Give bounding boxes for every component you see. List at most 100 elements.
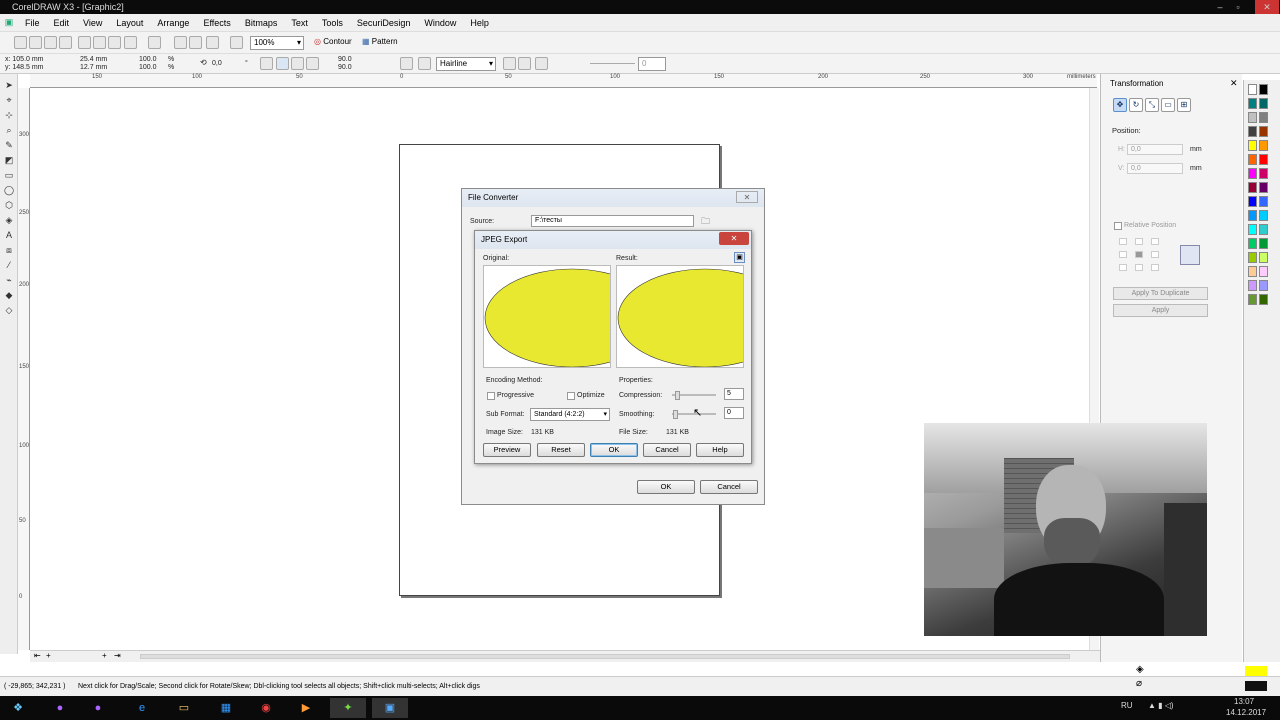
palette-swatch[interactable] — [1248, 126, 1257, 137]
palette-swatch[interactable] — [1248, 182, 1257, 193]
skew-tab-icon[interactable]: ⊞ — [1177, 98, 1191, 112]
horizontal-scrollbar[interactable]: ⇤ + + ⇥ — [30, 650, 1100, 662]
palette-swatch[interactable] — [1248, 140, 1257, 151]
chrome-icon[interactable]: ◉ — [248, 698, 284, 718]
scale-tab-icon[interactable]: ⤡ — [1145, 98, 1159, 112]
apply-to-duplicate-button[interactable]: Apply To Duplicate — [1113, 287, 1208, 300]
clock-time[interactable]: 13:07 — [1234, 697, 1254, 706]
app-launcher-icon[interactable] — [206, 36, 219, 49]
app-icon[interactable]: ● — [80, 698, 116, 718]
anchor-point[interactable] — [1135, 238, 1143, 245]
palette-swatch[interactable] — [1248, 154, 1257, 165]
coreldraw-icon[interactable]: ✦ — [330, 698, 366, 718]
compression-value[interactable]: 5 — [724, 388, 744, 400]
position-tab-icon[interactable]: ✥ — [1113, 98, 1127, 112]
eyedropper-icon[interactable]: ⁄ — [3, 260, 15, 271]
palette-swatch[interactable] — [1259, 84, 1268, 95]
palette-swatch[interactable] — [1248, 112, 1257, 123]
new-icon[interactable] — [14, 36, 27, 49]
add-page-end-icon[interactable]: + — [102, 651, 107, 660]
anchor-point[interactable] — [1151, 251, 1159, 258]
palette-swatch[interactable] — [1259, 126, 1268, 137]
palette-swatch[interactable] — [1259, 210, 1268, 221]
palette-swatch[interactable] — [1259, 168, 1268, 179]
paste-icon[interactable] — [108, 36, 121, 49]
outline-width-combo[interactable]: Hairline ▾ — [436, 57, 496, 71]
rectangle-tool-icon[interactable]: ▭ — [3, 170, 15, 181]
close-button[interactable]: ✕ — [1255, 0, 1279, 14]
basic-shapes-icon[interactable]: ◈ — [3, 215, 15, 226]
save-icon[interactable] — [44, 36, 57, 49]
h-position-field[interactable]: 0,0 — [1127, 144, 1183, 155]
menu-file[interactable]: File — [18, 18, 47, 28]
pick-tool-icon[interactable]: ➤ — [3, 80, 15, 91]
anchor-point[interactable] — [1119, 238, 1127, 245]
explorer-icon[interactable]: ▭ — [166, 698, 202, 718]
close-icon[interactable]: ✕ — [736, 191, 758, 203]
menu-securidesign[interactable]: SecuriDesign — [350, 18, 418, 28]
menu-tools[interactable]: Tools — [315, 18, 350, 28]
converter-ok-button[interactable]: OK — [637, 480, 695, 494]
menu-effects[interactable]: Effects — [196, 18, 237, 28]
start-button-icon[interactable]: ❖ — [0, 698, 36, 718]
smoothing-slider-thumb[interactable] — [673, 410, 678, 419]
object-width[interactable]: 25.4 mm — [80, 56, 107, 64]
relative-position-checkbox[interactable] — [1114, 222, 1122, 230]
redo-icon[interactable] — [148, 36, 161, 49]
contour-button[interactable]: ◎ Contour — [314, 37, 352, 46]
menu-help[interactable]: Help — [463, 18, 496, 28]
outline-indicator-icon[interactable]: ⌀ — [1136, 678, 1142, 689]
pie-icon[interactable] — [291, 57, 304, 70]
scale-y[interactable]: 100.0 — [139, 64, 157, 72]
preview-toggle-icon[interactable]: ▣ — [734, 252, 745, 263]
palette-swatch[interactable] — [1248, 84, 1257, 95]
rotate-tab-icon[interactable]: ↻ — [1129, 98, 1143, 112]
smoothing-value[interactable]: 0 — [724, 407, 744, 419]
anchor-point[interactable] — [1151, 238, 1159, 245]
reset-button[interactable]: Reset — [537, 443, 585, 457]
arc-icon[interactable] — [306, 57, 319, 70]
window-icon[interactable]: ▣ — [372, 698, 408, 718]
source-input[interactable]: F:\тесты — [531, 215, 694, 227]
palette-swatch[interactable] — [1248, 294, 1257, 305]
horizontal-scroll-thumb[interactable] — [140, 654, 1070, 659]
compression-slider[interactable] — [672, 391, 716, 400]
help-button[interactable]: Help — [696, 443, 744, 457]
end-angle[interactable]: 90.0 — [338, 64, 352, 72]
add-page-icon[interactable]: + — [46, 651, 51, 660]
palette-swatch[interactable] — [1248, 224, 1257, 235]
to-curves-icon[interactable] — [418, 57, 431, 70]
app-icon[interactable]: ● — [42, 698, 78, 718]
cancel-button[interactable]: Cancel — [643, 443, 691, 457]
undo-icon[interactable] — [124, 36, 137, 49]
menu-view[interactable]: View — [76, 18, 109, 28]
fill-color-swatch[interactable] — [1245, 666, 1267, 676]
open-icon[interactable] — [29, 36, 42, 49]
store-icon[interactable]: ▦ — [208, 698, 244, 718]
sub-format-select[interactable]: Standard (4:2:2) ▾ — [530, 408, 610, 421]
optimize-checkbox[interactable] — [567, 392, 575, 400]
ok-button[interactable]: OK — [590, 443, 638, 457]
palette-swatch[interactable] — [1259, 280, 1268, 291]
menu-bitmaps[interactable]: Bitmaps — [238, 18, 285, 28]
palette-swatch[interactable] — [1248, 168, 1257, 179]
horizontal-ruler[interactable]: 150 100 50 0 50 100 150 200 250 300 mill… — [30, 74, 1097, 88]
page-nav-last-icon[interactable]: ⇥ — [114, 651, 121, 660]
slider-value[interactable]: 0 — [638, 57, 666, 71]
copy-icon[interactable] — [93, 36, 106, 49]
minimize-button[interactable]: – — [1212, 0, 1228, 14]
text-tool-icon[interactable]: A — [3, 230, 15, 241]
blend-tool-icon[interactable]: ⧈ — [3, 245, 15, 256]
slider-track[interactable] — [590, 63, 635, 64]
vertical-ruler[interactable]: 300 250 200 150 100 50 0 — [18, 88, 30, 650]
converter-cancel-button[interactable]: Cancel — [700, 480, 758, 494]
outline-tool-icon[interactable]: ⌁ — [3, 275, 15, 286]
palette-swatch[interactable] — [1248, 196, 1257, 207]
ellipse-tool-icon[interactable]: ◯ — [3, 185, 15, 196]
palette-swatch[interactable] — [1259, 140, 1268, 151]
folder-icon[interactable]: 🗀 — [701, 214, 716, 227]
close-icon[interactable]: ✕ — [719, 232, 749, 245]
palette-swatch[interactable] — [1248, 210, 1257, 221]
palette-swatch[interactable] — [1259, 238, 1268, 249]
menu-arrange[interactable]: Arrange — [150, 18, 196, 28]
